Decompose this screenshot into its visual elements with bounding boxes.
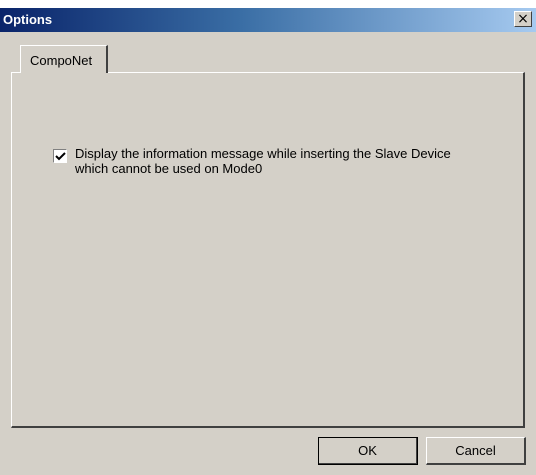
info-message-label[interactable]: Display the information message while in… [75,146,515,176]
close-button[interactable]: × [514,11,532,27]
window-title: Options [3,12,53,27]
info-message-checkbox[interactable] [53,149,67,163]
info-message-line-2: which cannot be used on Mode0 [75,161,263,176]
tab-panel [11,72,525,428]
close-icon: × [517,11,529,27]
ok-button[interactable]: OK [318,437,418,465]
tab-componet[interactable]: CompoNet [20,45,108,73]
title-bar[interactable]: Options × [0,8,536,32]
background-strip [0,0,536,8]
cancel-button[interactable]: Cancel [426,437,526,465]
info-message-line-1: Display the information message while in… [75,146,451,161]
checkmark-icon [55,152,66,161]
tab-label: CompoNet [30,53,93,68]
